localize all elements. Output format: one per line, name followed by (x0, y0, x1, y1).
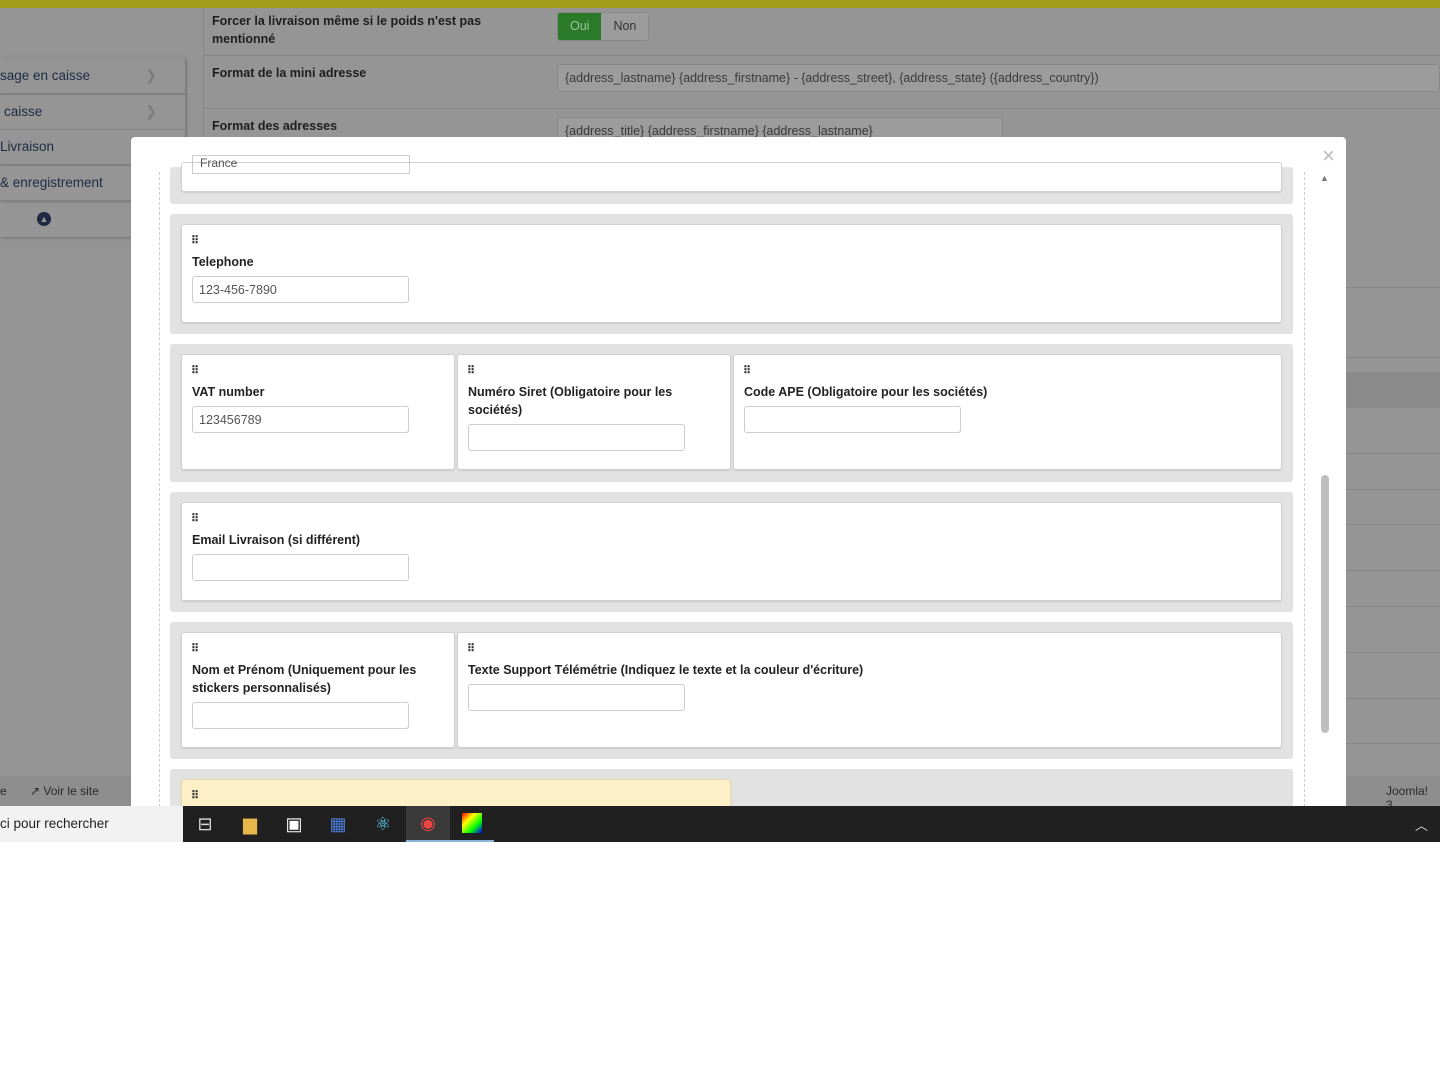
taskbar-search[interactable]: ci pour rechercher (0, 806, 183, 842)
field-label: Telephone (192, 255, 254, 269)
google-business-icon[interactable]: ▦ (316, 806, 360, 842)
field-label: Code APE (Obligatoire pour les sociétés) (744, 385, 988, 399)
drag-handle-icon[interactable]: ⠿ (743, 366, 751, 377)
field-name: ⠿ Nom et Prénom (Uniquement pour les sti… (181, 632, 455, 748)
store-icon[interactable]: ▣ (272, 806, 316, 842)
version-text: Joomla! 3. (1386, 784, 1429, 806)
toggle-no[interactable]: Non (601, 13, 649, 40)
field-label: Nom et Prénom (Uniquement pour les stick… (192, 663, 417, 695)
color-app-icon[interactable] (450, 806, 494, 842)
setting-label: Forcer la livraison même si le poids n'e… (212, 14, 482, 46)
drag-handle-icon[interactable]: ⠿ (467, 366, 475, 377)
drag-handle-icon[interactable]: ⠿ (467, 644, 475, 655)
chevron-up-icon[interactable]: ︿ (1415, 815, 1428, 834)
sidebar-item[interactable]: sage en caisse ❯ (0, 59, 185, 94)
field-vat: ⠿ VAT number 123456789 (181, 354, 455, 470)
field-telemetry: ⠿ Texte Support Télémétrie (Indiquez le … (457, 632, 1282, 748)
sidebar-label: Livraison (0, 139, 55, 154)
drag-handle-icon[interactable]: ⠿ (191, 366, 199, 377)
force-delivery-toggle[interactable]: Oui Non (557, 12, 650, 41)
drag-handle-icon[interactable]: ⠿ (191, 514, 199, 525)
field-label: VAT number (192, 385, 265, 399)
field-email: ⠿ Email Livraison (si différent) (181, 502, 1282, 601)
siret-input[interactable] (468, 424, 685, 451)
field-telephone: ⠿ Telephone 123-456-7890 (181, 224, 1282, 323)
mini-address-input[interactable]: {address_lastname} {address_firstname} -… (557, 64, 1440, 92)
scroll-up-icon[interactable]: ▲ (1320, 173, 1329, 183)
chevron-right-icon: ❯ (145, 103, 157, 119)
top-bar (0, 0, 1440, 8)
field-ape: ⠿ Code APE (Obligatoire pour les société… (733, 354, 1282, 470)
telephone-input[interactable]: 123-456-7890 (192, 276, 409, 303)
file-explorer-icon[interactable]: ▆ (228, 806, 272, 842)
field-label: Email Livraison (si différent) (192, 533, 361, 547)
footer-text: e (0, 784, 7, 798)
chrome-icon[interactable]: ◉ (406, 806, 450, 842)
field-label: Texte Support Télémétrie (Indiquez le te… (468, 663, 864, 677)
sidebar-item[interactable]: caisse ❯ (0, 95, 185, 130)
react-icon[interactable]: ⚛ (361, 806, 405, 842)
task-view-icon[interactable]: ⊟ (183, 806, 227, 842)
sidebar-label: & enregistrement (0, 175, 103, 190)
drag-handle-icon[interactable]: ⠿ (191, 644, 199, 655)
collapse-up-icon[interactable]: ▲ (37, 212, 51, 226)
sidebar-label: sage en caisse (0, 68, 91, 83)
drag-handle-icon[interactable]: ⠿ (191, 791, 199, 802)
field-siret: ⠿ Numéro Siret (Obligatoire pour les soc… (457, 354, 731, 470)
modal-dialog: × ▲ France ⠿ Telephone 123-456-7890 ⠿ VA… (131, 137, 1346, 806)
country-select[interactable]: France (192, 155, 410, 174)
view-site-link[interactable]: ↗ Voir le site (30, 784, 99, 798)
country-value: France (200, 156, 238, 170)
setting-label: Format des adresses (212, 119, 338, 133)
email-input[interactable] (192, 554, 409, 581)
toggle-yes[interactable]: Oui (558, 13, 602, 40)
view-site-label: Voir le site (43, 784, 99, 798)
taskbar: ci pour rechercher ⊟ ▆ ▣ ▦ ⚛ ◉ ︿ (0, 806, 1440, 842)
ape-input[interactable] (744, 406, 961, 433)
sidebar-label: caisse (4, 104, 43, 119)
telemetry-input[interactable] (468, 684, 685, 711)
vat-input[interactable]: 123456789 (192, 406, 409, 433)
chevron-right-icon: ❯ (145, 67, 157, 83)
scrollbar-thumb[interactable] (1321, 475, 1329, 733)
name-input[interactable] (192, 702, 409, 729)
drag-handle-icon[interactable]: ⠿ (191, 236, 199, 247)
field-highlighted: ⠿ (181, 779, 731, 806)
close-icon[interactable]: × (1322, 143, 1335, 169)
field-label: Numéro Siret (Obligatoire pour les socié… (468, 385, 673, 417)
search-placeholder: ci pour rechercher (0, 816, 109, 831)
setting-label: Format de la mini adresse (212, 66, 367, 80)
